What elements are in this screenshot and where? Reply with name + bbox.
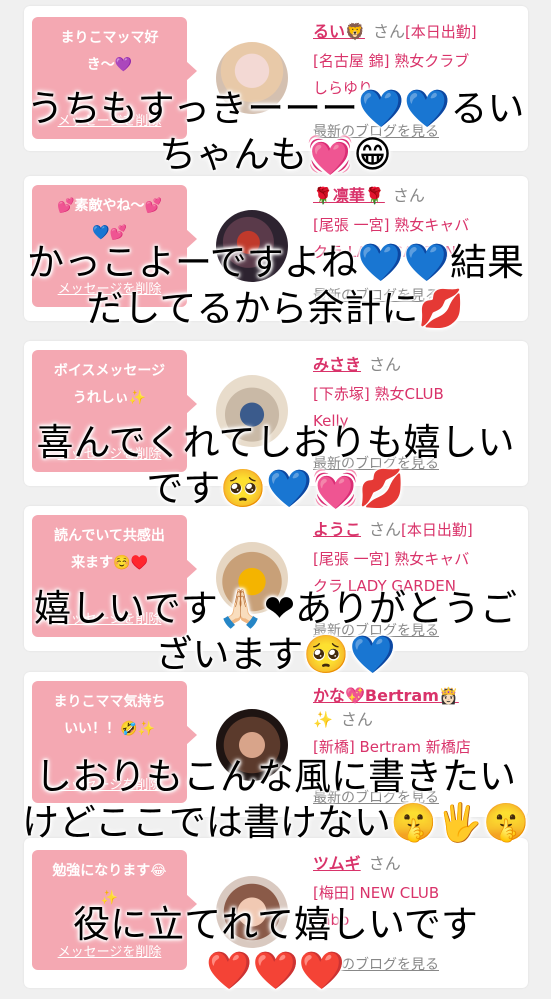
bubble-arrow [186,61,197,81]
overlay-caption: うちもすっきーーー💙💙るい ちゃんも💓😁 [26,87,525,176]
honorific: さん [392,186,425,205]
sender-name-extra: ✨ [313,710,333,729]
sender-name-link[interactable]: るい🦁 [313,22,365,41]
status-badge: [本日出勤] [404,23,477,41]
message-text: 💕素敵やね〜💕 💙💕 [57,198,162,241]
bubble-arrow [186,559,197,579]
honorific: さん [340,710,373,729]
sender-name-link[interactable]: ツムギ [313,854,361,873]
message-text: まりこママ気持ち いい！！🤣✨ [53,694,166,737]
bubble-arrow [186,394,197,414]
message-text: まりこマッマ好 き〜💜 [60,30,159,73]
honorific: さん [368,854,401,873]
message-text: ボイスメッセージ うれしぃ✨ [53,363,166,406]
sender-name-link[interactable]: 🌹凛華🌹 [313,186,385,205]
overlay-caption: 役に立てれて嬉しいです ❤️❤️❤️ [73,903,478,992]
overlay-caption: 嬉しいです🙏🏻❤ありがとうご ざいます🥺💙 [34,587,517,676]
status-badge: [本日出勤] [401,521,473,539]
sender-name-link[interactable]: かな💖Bertram👸🏻 [313,686,459,705]
bubble-arrow [186,725,197,745]
honorific: さん [369,520,402,539]
honorific: さん [372,22,405,41]
overlay-caption: しおりもこんな風に書きたい けどここでは書けない🤫🖐🤫 [21,755,530,844]
overlay-caption: かっこよーですよね💙💙結果 だしてるから余計に💋 [27,241,524,330]
honorific: さん [369,355,402,374]
overlay-caption: 喜んでくれてしおりも嬉しい です🥺💙💓💋 [36,421,515,510]
sender-name-link[interactable]: ようこ [313,520,361,539]
sender-info: かな💖Bertram👸🏻 ✨ さん [新橋] Bertram 新橋店 [313,684,522,761]
sender-name-link[interactable]: みさき [313,355,361,374]
message-text: 読んでいて共感出 来ます☺️♥️ [54,528,165,571]
